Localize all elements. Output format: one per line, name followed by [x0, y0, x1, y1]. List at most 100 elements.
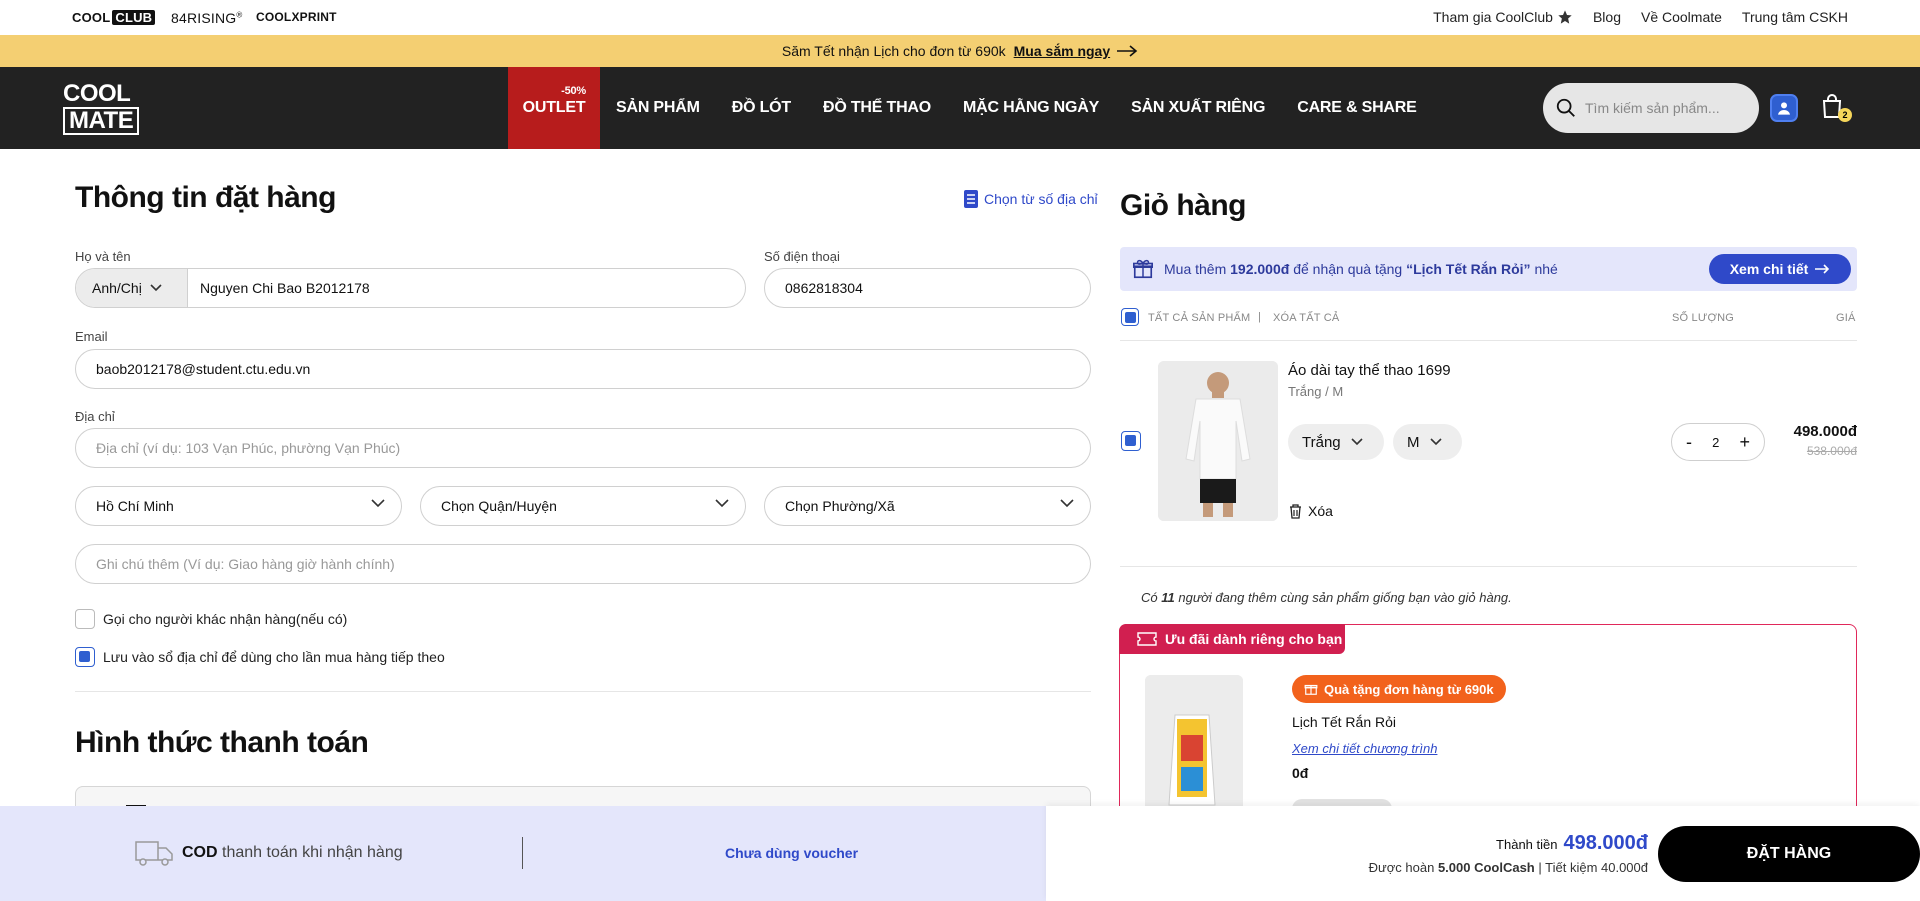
- coolclub-brand-link[interactable]: COOL CLUB: [72, 10, 156, 25]
- province-value: Hồ Chí Minh: [96, 498, 174, 514]
- gift-amount: 192.000đ: [1230, 261, 1290, 277]
- menu-item-custom[interactable]: SẢN XUẤT RIÊNG: [1115, 67, 1281, 149]
- address-book-icon: [964, 190, 978, 208]
- cashback-savings: Được hoàn 5.000 CoolCash | Tiết kiệm 40.…: [1369, 860, 1648, 875]
- menu-item-everyday[interactable]: MẶC HẰNG NGÀY: [947, 67, 1115, 149]
- cart-title: Giỏ hàng: [1120, 189, 1247, 222]
- outlet-discount-badge: -50%: [561, 85, 586, 97]
- menu-item-label: OUTLET: [522, 99, 586, 116]
- chevron-down-icon: [1351, 438, 1363, 446]
- search-input[interactable]: [1585, 100, 1745, 116]
- gift-for-order-pill: Quà tặng đơn hàng từ 690k: [1292, 675, 1506, 703]
- header-separator: |: [1258, 311, 1262, 323]
- chevron-down-icon: [715, 499, 729, 508]
- quantity-value[interactable]: 2: [1712, 435, 1719, 450]
- search-box[interactable]: [1543, 83, 1759, 133]
- menu-item-underwear[interactable]: ĐỒ LÓT: [716, 67, 807, 149]
- promo-banner: Săm Tết nhận Lịch cho đơn từ 690k Mua sắ…: [0, 35, 1920, 67]
- save-address-checkbox[interactable]: [75, 647, 95, 667]
- increase-quantity-button[interactable]: +: [1739, 432, 1750, 453]
- menu-item-care-share[interactable]: CARE & SHARE: [1281, 67, 1432, 149]
- social-count: 11: [1161, 590, 1175, 605]
- support-center-link[interactable]: Trung tâm CSKH: [1742, 9, 1848, 25]
- gift-threshold-banner: Mua thêm 192.000đ để nhận quà tặng “Lịch…: [1120, 247, 1857, 291]
- product-name[interactable]: Áo dài tay thể thao 1699: [1288, 362, 1451, 379]
- about-link[interactable]: Về Coolmate: [1641, 9, 1722, 25]
- color-select[interactable]: Trắng: [1288, 424, 1384, 460]
- product-photo: [1158, 361, 1278, 521]
- coolclub-text: COOL: [72, 10, 111, 25]
- salutation-select[interactable]: Anh/Chị: [76, 269, 188, 307]
- promo-shop-now-link[interactable]: Mua sắm ngay: [1014, 43, 1138, 59]
- payment-method-title: Hình thức thanh toán: [75, 726, 369, 759]
- gift-suffix: nhé: [1534, 261, 1558, 277]
- ward-value: Chọn Phường/Xã: [785, 498, 895, 514]
- gift-calendar-image: [1145, 675, 1243, 815]
- program-detail-link[interactable]: Xem chi tiết chương trình: [1292, 741, 1437, 756]
- join-coolclub-label: Tham gia CoolClub: [1433, 9, 1553, 25]
- all-products-header[interactable]: TẤT CẢ SẢN PHẨM: [1148, 312, 1250, 324]
- choose-address-book-link[interactable]: Chọn từ số địa chỉ: [964, 190, 1098, 208]
- offer-gift-price: 0đ: [1292, 765, 1309, 781]
- quantity-column-header: SỐ LƯỢNG: [1672, 312, 1734, 324]
- email-input[interactable]: baob2012178@student.ctu.edu.vn: [75, 349, 1091, 389]
- place-order-button[interactable]: ĐẶT HÀNG: [1658, 826, 1920, 882]
- decrease-quantity-button[interactable]: -: [1686, 432, 1692, 453]
- social-prefix: Có: [1141, 590, 1158, 605]
- select-all-checkbox[interactable]: [1121, 308, 1139, 326]
- utility-links: Tham gia CoolClub Blog Về Coolmate Trung…: [1433, 9, 1848, 25]
- order-info-title: Thông tin đặt hàng: [75, 181, 336, 214]
- calendar-photo: [1145, 675, 1243, 815]
- divider: [75, 691, 1091, 692]
- social-suffix: người đang thêm cùng sản phẩm giống bạn …: [1178, 590, 1512, 605]
- order-total: Thành tiền 498.000đ: [1496, 832, 1648, 855]
- gift-prefix: Mua thêm: [1164, 261, 1227, 277]
- province-select[interactable]: Hồ Chí Minh: [75, 486, 402, 526]
- arrow-right-icon: [1117, 45, 1138, 57]
- divider: [522, 837, 523, 869]
- gift-icon: [1304, 684, 1318, 695]
- phone-input[interactable]: 0862818304: [764, 268, 1091, 308]
- checkout-bar-left: COD thanh toán khi nhận hàng Chưa dùng v…: [0, 806, 1046, 901]
- 84rising-text: 84RISING: [171, 10, 237, 26]
- call-other-checkbox[interactable]: [75, 609, 95, 629]
- remove-item-button[interactable]: Xóa: [1289, 503, 1333, 519]
- item-checkbox[interactable]: [1121, 431, 1141, 451]
- utility-bar: COOL CLUB 84RISING® COOLXPRINT Tham gia C…: [0, 0, 1920, 35]
- arrow-right-icon: [1815, 264, 1830, 274]
- phone-label: Số điện thoại: [764, 249, 840, 264]
- voucher-button[interactable]: Chưa dùng voucher: [725, 845, 858, 861]
- menu-item-sportswear[interactable]: ĐỒ THỂ THAO: [807, 67, 947, 149]
- size-select[interactable]: M: [1393, 424, 1462, 460]
- email-label: Email: [75, 329, 108, 344]
- view-gift-detail-button[interactable]: Xem chi tiết: [1709, 254, 1851, 284]
- total-value: 498.000đ: [1563, 832, 1648, 854]
- menu-item-products[interactable]: SẢN PHẨM: [600, 67, 716, 149]
- view-detail-label: Xem chi tiết: [1729, 261, 1809, 277]
- main-menu: -50% OUTLET SẢN PHẨM ĐỒ LÓT ĐỒ THỂ THAO …: [508, 67, 1433, 149]
- remove-label: Xóa: [1308, 503, 1333, 519]
- blog-link[interactable]: Blog: [1593, 9, 1621, 25]
- divider: [1120, 340, 1857, 341]
- address-input[interactable]: Địa chỉ (ví dụ: 103 Vạn Phúc, phường Vạn…: [75, 428, 1091, 468]
- product-image[interactable]: [1158, 361, 1278, 521]
- address-label: Địa chỉ: [75, 409, 115, 424]
- menu-item-outlet[interactable]: -50% OUTLET: [508, 67, 600, 149]
- cod-payment-summary[interactable]: COD thanh toán khi nhận hàng: [134, 838, 403, 868]
- clear-all-button[interactable]: XÓA TẤT CẢ: [1273, 312, 1339, 324]
- coolxprint-brand-link[interactable]: COOLXPRINT: [256, 10, 337, 24]
- district-select[interactable]: Chọn Quận/Huyện: [420, 486, 746, 526]
- gift-name: “Lịch Tết Rắn Rỏi”: [1406, 261, 1531, 277]
- trash-icon: [1290, 503, 1301, 519]
- note-input[interactable]: Ghi chú thêm (Ví dụ: Giao hàng giờ hành …: [75, 544, 1091, 584]
- full-name-input[interactable]: Nguyen Chi Bao B2012178: [200, 280, 370, 296]
- 84rising-brand-link[interactable]: 84RISING®: [171, 10, 243, 26]
- chevron-down-icon: [150, 284, 162, 292]
- coolmate-logo[interactable]: COOL MATE: [63, 82, 141, 135]
- join-coolclub-link[interactable]: Tham gia CoolClub: [1433, 9, 1573, 25]
- account-button[interactable]: [1770, 94, 1798, 122]
- star-icon: [1558, 10, 1572, 24]
- cart-button[interactable]: 2: [1820, 93, 1852, 123]
- chevron-down-icon: [371, 499, 385, 508]
- ward-select[interactable]: Chọn Phường/Xã: [764, 486, 1091, 526]
